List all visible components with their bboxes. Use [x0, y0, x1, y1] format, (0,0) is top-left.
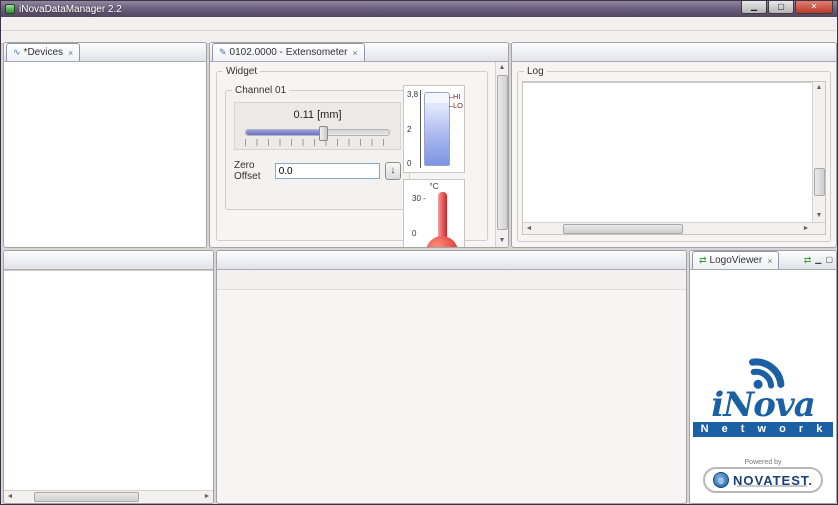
- channel-group-label: Channel 01: [235, 85, 287, 96]
- maximize-view-icon[interactable]: ▢: [825, 255, 833, 265]
- level-gauge: 3,8 2 0 –HI –LO: [403, 85, 465, 173]
- measurement-table: [4, 270, 213, 490]
- logoviewer-tab-label: LogoViewer: [709, 255, 763, 266]
- log-vertical-scrollbar[interactable]: ▲ ▼: [812, 82, 825, 222]
- hi-marker: –HI: [448, 92, 461, 101]
- timeseries-chart[interactable]: [217, 290, 686, 503]
- log-horizontal-scrollbar[interactable]: ◄ ►: [523, 222, 825, 234]
- close-icon[interactable]: ×: [68, 48, 73, 58]
- scroll-up-icon[interactable]: ▲: [813, 82, 825, 94]
- extensometer-tab-label: 0102.0000 - Extensometer: [229, 47, 348, 58]
- close-icon[interactable]: ×: [767, 256, 772, 266]
- chart-toolbar: [217, 270, 686, 290]
- timeseries-panel: [216, 250, 687, 504]
- log-table: ▲ ▼ ◄ ►: [522, 81, 826, 235]
- devices-panel: ∿ *Devices ×: [3, 42, 207, 248]
- thermometer-gauge: °C 30 - 0 31: [403, 179, 465, 247]
- devices-tab-label: *Devices: [23, 47, 64, 58]
- devices-tab-icon: ∿: [13, 47, 21, 57]
- channel-value: 0.11 [mm]: [293, 109, 342, 121]
- zero-offset-label: Zero Offset: [234, 160, 261, 182]
- menubar: [1, 17, 837, 31]
- slider-ticks: [245, 139, 390, 146]
- tab-devices[interactable]: ∿ *Devices ×: [6, 43, 81, 61]
- minimize-button[interactable]: ▁: [741, 1, 767, 14]
- logo-refresh-icon[interactable]: ⇄: [804, 254, 812, 266]
- vendor-tagline: [736, 485, 807, 487]
- logoviewer-tab-icon: ⇄: [699, 255, 707, 265]
- tank-tick-low: 0: [407, 159, 412, 168]
- thermo-tick-high: 30 -: [412, 194, 426, 203]
- measurement-panel: ◄ ►: [3, 250, 214, 504]
- app-icon: [5, 4, 15, 14]
- application-window: iNovaDataManager 2.2 ▁ ▢ ✕ ∿ *Devices × …: [0, 0, 838, 505]
- vendor-globe-icon: ◍: [712, 472, 729, 488]
- slider-fill: [246, 130, 321, 135]
- log-group-label: Log: [527, 66, 544, 77]
- zero-offset-input[interactable]: [274, 163, 380, 179]
- vendor-badge: ◍ NOVATEST.: [702, 467, 824, 493]
- widget-group-label: Widget: [226, 66, 258, 77]
- wifi-icon: [749, 358, 785, 389]
- close-icon[interactable]: ×: [352, 48, 357, 58]
- titlebar[interactable]: iNovaDataManager 2.2 ▁ ▢ ✕: [1, 1, 837, 17]
- scroll-right-icon[interactable]: ►: [201, 491, 213, 503]
- extensometer-panel: ✎ 0102.0000 - Extensometer × Widget Chan…: [209, 42, 509, 248]
- tank-cylinder: [424, 92, 450, 166]
- tank-tick-high: 3,8: [407, 90, 419, 99]
- tank-tick-mid: 2: [407, 124, 412, 134]
- scroll-down-icon[interactable]: ▼: [813, 210, 825, 222]
- devices-tree: [4, 62, 206, 247]
- scroll-right-icon[interactable]: ►: [800, 223, 812, 234]
- channel-slider[interactable]: [245, 126, 390, 141]
- extensometer-tab-icon: ✎: [219, 47, 227, 57]
- down-arrow-icon: ↓: [390, 165, 396, 176]
- thermo-tick-low: 0: [412, 229, 417, 238]
- powered-by-label: Powered by: [744, 459, 782, 466]
- tab-extensometer[interactable]: ✎ 0102.0000 - Extensometer ×: [212, 43, 365, 61]
- slider-thumb[interactable]: [318, 126, 328, 141]
- scroll-down-icon[interactable]: ▼: [496, 235, 508, 247]
- close-button[interactable]: ✕: [795, 1, 833, 14]
- logoviewer-panel: ⇄ LogoViewer × ⇄ ▁ ▢ iNova N e t w o r k…: [689, 250, 837, 504]
- scroll-up-icon[interactable]: ▲: [496, 62, 508, 74]
- thermometer-value: 31: [426, 236, 458, 247]
- scroll-left-icon[interactable]: ◄: [523, 223, 535, 234]
- scroll-left-icon[interactable]: ◄: [4, 491, 16, 503]
- apply-offset-button[interactable]: ↓: [384, 162, 401, 180]
- thermo-unit-label: °C: [429, 182, 439, 191]
- tab-logoviewer[interactable]: ⇄ LogoViewer ×: [692, 251, 780, 269]
- widget-vertical-scrollbar[interactable]: ▲ ▼: [495, 62, 508, 247]
- maximize-button[interactable]: ▢: [768, 1, 794, 14]
- measurement-horizontal-scrollbar[interactable]: ◄ ►: [4, 490, 213, 503]
- log-panel: Log ▲ ▼ ◄ ►: [511, 42, 837, 248]
- minimize-view-icon[interactable]: ▁: [815, 255, 821, 265]
- brand-name: iNova: [711, 385, 815, 425]
- lo-marker: –LO: [448, 101, 463, 110]
- window-title: iNovaDataManager 2.2: [19, 3, 122, 15]
- brand-network-label: N e t w o r k: [692, 422, 834, 437]
